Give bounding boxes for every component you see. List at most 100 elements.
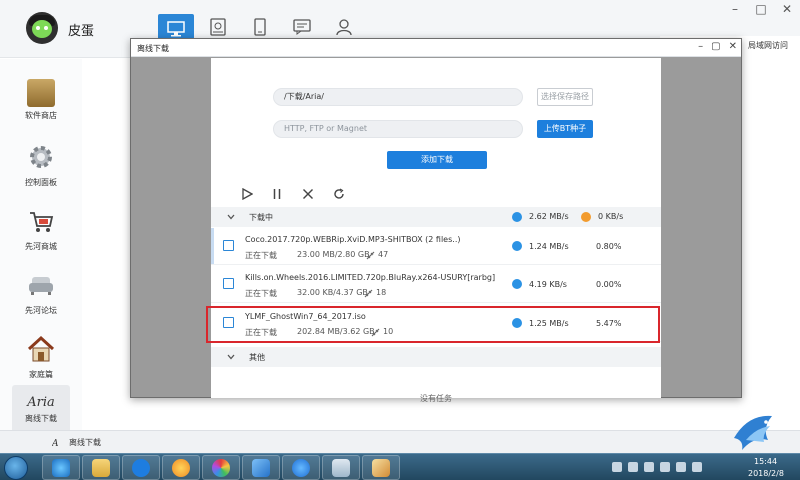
chat-icon [293, 19, 311, 35]
task-speed: 4.19 KB/s [529, 280, 567, 289]
aria-icon: Aria [27, 395, 55, 410]
status-strip-label[interactable]: 离线下载 [69, 437, 101, 448]
tray-icon[interactable] [644, 462, 654, 472]
taskbar-app-picture[interactable] [202, 455, 240, 480]
upload-bt-button[interactable]: 上传BT种子 [537, 120, 593, 138]
gear-icon [30, 146, 52, 168]
taskbar: 15:44 2018/2/8 [0, 453, 800, 480]
dialog-maximize-button[interactable]: ▢ [711, 41, 720, 52]
storage-icon [210, 18, 226, 36]
taskbar-app-kugou[interactable] [122, 455, 160, 480]
status-strip: A 离线下载 [0, 430, 800, 453]
sidebar-item-control-panel[interactable]: 控制面板 [12, 127, 70, 187]
mobile-icon [254, 18, 266, 36]
section-other[interactable]: 其他 [211, 347, 661, 367]
delete-icon[interactable] [302, 188, 314, 200]
tab-chat[interactable] [288, 16, 316, 38]
tray-icon[interactable] [692, 462, 702, 472]
dialog-title: 离线下载 [137, 44, 169, 53]
clock-time[interactable]: 15:44 [754, 457, 777, 466]
total-download-speed: 2.62 MB/s [529, 212, 569, 221]
folder-icon [92, 458, 110, 477]
add-download-button[interactable]: 添加下载 [387, 151, 487, 169]
taskbar-app-360[interactable] [162, 455, 200, 480]
tray-icon[interactable] [660, 462, 670, 472]
picture-icon [212, 458, 230, 477]
sidebar-item-label: 控制面板 [25, 178, 57, 187]
download-speed-icon [512, 279, 522, 289]
tray-icon[interactable] [628, 462, 638, 472]
dialog-minimize-button[interactable]: – [698, 41, 703, 52]
task-speed: 1.24 MB/s [529, 242, 569, 251]
clock-date[interactable]: 2018/2/8 [748, 469, 784, 478]
task-name: Coco.2017.720p.WEBRip.XviD.MP3-SHITBOX (… [245, 235, 461, 244]
taskbar-app-bird[interactable] [242, 455, 280, 480]
sidebar-item-home[interactable]: 家庭篇 [12, 319, 70, 379]
tray-icon[interactable] [612, 462, 622, 472]
avatar[interactable] [26, 12, 58, 44]
pause-icon[interactable] [271, 188, 283, 200]
taskbar-app-paint[interactable] [362, 455, 400, 480]
taskbar-app-cloud[interactable] [282, 455, 320, 480]
total-upload-speed: 0 KB/s [598, 212, 624, 221]
sidebar-item-store[interactable]: 软件商店 [12, 63, 70, 123]
taskbar-app-ie[interactable] [42, 455, 80, 480]
cloud-icon [292, 458, 310, 477]
tab-mobile[interactable] [246, 16, 274, 38]
task-checkbox[interactable] [223, 278, 234, 289]
task-status: 正在下载 [245, 251, 277, 260]
task-checkbox[interactable] [223, 240, 234, 251]
username[interactable]: 皮蛋 [68, 20, 94, 39]
tab-user[interactable] [330, 16, 358, 38]
maximize-button[interactable]: □ [748, 0, 774, 18]
chevron-down-icon [227, 214, 235, 220]
choose-path-button[interactable]: 选择保存路径 [537, 88, 593, 106]
task-row[interactable]: Coco.2017.720p.WEBRip.XviD.MP3-SHITBOX (… [211, 228, 661, 265]
background-window-title: 局域网访问 [748, 41, 788, 50]
sidebar-item-forum[interactable]: 先河论坛 [12, 255, 70, 315]
section-downloading[interactable]: 下载中 2.62 MB/s 0 KB/s [211, 207, 661, 227]
start-button[interactable] [4, 456, 28, 480]
url-input[interactable]: HTTP, FTP or Magnet [273, 120, 523, 138]
sidebar-item-label: 家庭篇 [29, 370, 53, 379]
bird-icon[interactable] [728, 410, 782, 454]
system-tray [612, 462, 702, 472]
dialog-close-button[interactable]: ✕ [729, 41, 737, 52]
taskbar-app-folder[interactable] [82, 455, 120, 480]
chevron-down-icon [227, 354, 235, 360]
selected-task-highlight [206, 306, 660, 343]
dialog-content: /下载/Aria/ 选择保存路径 HTTP, FTP or Magnet 上传B… [211, 58, 661, 403]
taskbar-app-link[interactable] [322, 455, 360, 480]
sidebar-item-mall[interactable]: 先河商城 [12, 191, 70, 251]
offline-download-dialog: 离线下载 – ▢ ✕ /下载/Aria/ 选择保存路径 HTTP, FTP or… [130, 38, 742, 403]
sidebar-item-label: 离线下载 [25, 414, 57, 423]
sidebar: 软件商店 控制面板 先河商城 先河论坛 家庭篇 Aria 离线下载 [0, 59, 82, 437]
refresh-icon[interactable] [333, 188, 345, 200]
section-label: 下载中 [249, 213, 273, 222]
kugou-icon [132, 458, 150, 477]
bird-icon [252, 458, 270, 477]
task-size: 32.00 KB/4.37 GB [297, 288, 368, 297]
house-icon [27, 335, 55, 362]
task-toolbar [211, 183, 661, 205]
user-icon [336, 19, 352, 36]
download-speed-icon [512, 212, 522, 222]
close-button[interactable]: ✕ [774, 0, 800, 18]
empty-message: 没有任务 [420, 394, 452, 403]
upload-speed-icon [581, 212, 591, 222]
tab-storage[interactable] [204, 16, 232, 38]
dialog-titlebar[interactable]: 离线下载 – ▢ ✕ [131, 39, 741, 57]
cart-icon [30, 212, 54, 232]
store-icon [27, 79, 55, 107]
minimize-button[interactable]: – [722, 0, 748, 18]
save-path-field[interactable]: /下载/Aria/ [273, 88, 523, 106]
tray-icon[interactable] [676, 462, 686, 472]
task-status: 正在下载 [245, 289, 277, 298]
task-row[interactable]: Kills.on.Wheels.2016.LIMITED.720p.BluRay… [211, 266, 661, 303]
task-peers: 47 [378, 250, 389, 259]
aria-icon: A [52, 439, 59, 447]
task-name: Kills.on.Wheels.2016.LIMITED.720p.BluRay… [245, 273, 495, 282]
task-percent: 0.80% [596, 242, 622, 251]
paint-icon [372, 458, 390, 477]
play-icon[interactable] [241, 188, 253, 200]
